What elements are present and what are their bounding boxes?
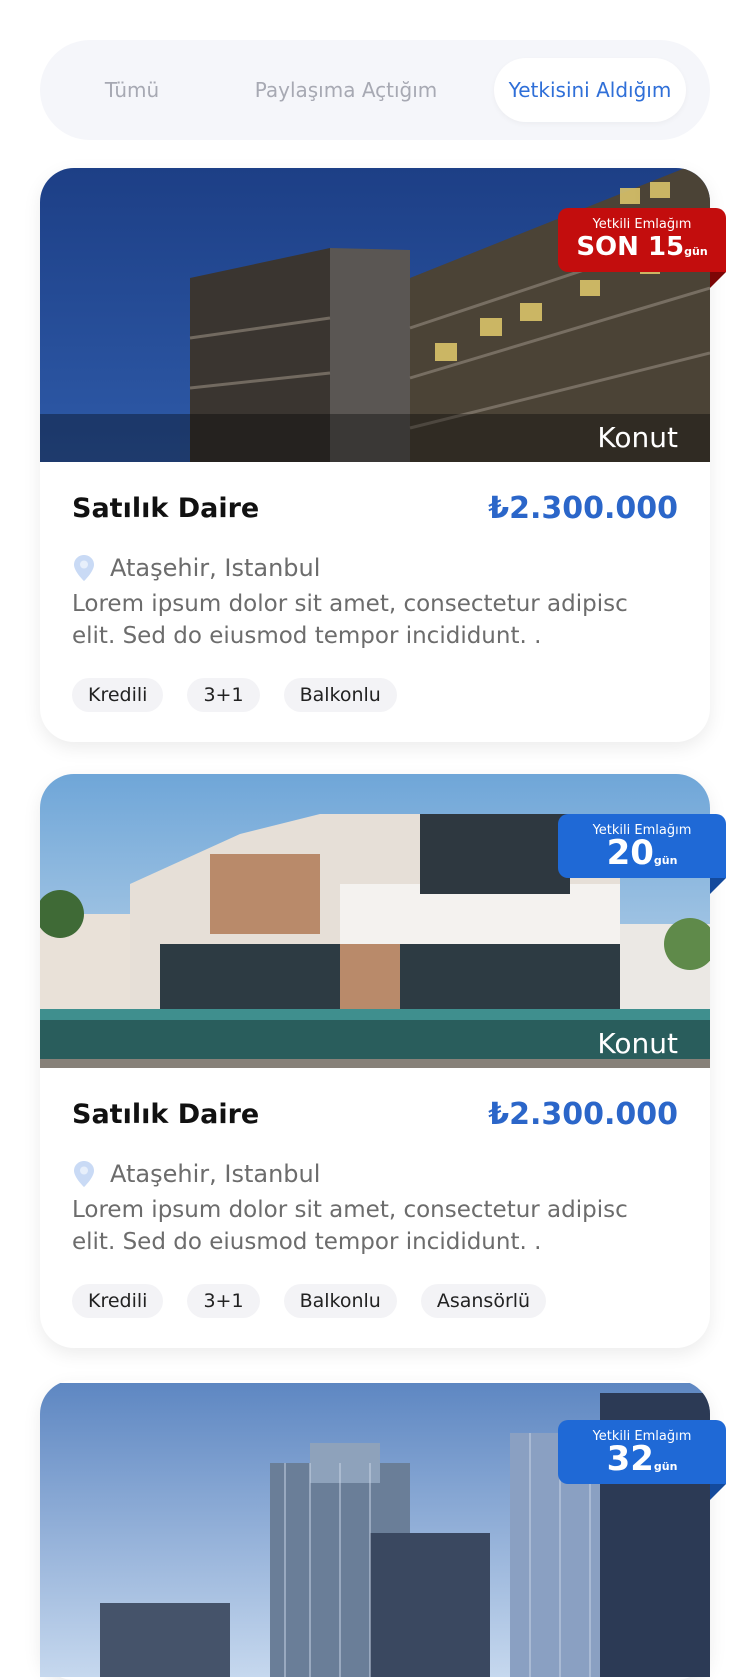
- authorization-badge: Yetkili Emlağım 20gün: [558, 814, 726, 894]
- listing-location: Ataşehir, Istanbul: [110, 1160, 321, 1188]
- authorization-badge: Yetkili Emlağım SON 15gün: [558, 208, 726, 288]
- location-pin-icon: [74, 1161, 94, 1187]
- badge-value: 32: [606, 1439, 654, 1479]
- ribbon-fold: [710, 1484, 726, 1500]
- tag-chip: Balkonlu: [283, 678, 397, 712]
- tab-shared[interactable]: Paylaşıma Açtığım: [212, 58, 480, 122]
- ribbon-fold: [710, 272, 726, 288]
- badge-value: SON 15: [576, 232, 685, 262]
- ribbon-fold: [710, 878, 726, 894]
- badge-unit: gün: [653, 1460, 678, 1473]
- listing-tags: Kredili 3+1 Balkonlu: [72, 678, 678, 712]
- property-type-label: Konut: [597, 1027, 678, 1060]
- listing-description: Lorem ipsum dolor sit amet, consectetur …: [72, 1197, 628, 1255]
- listing-price: ₺2.300.000: [488, 490, 678, 526]
- filter-tabs: Tümü Paylaşıma Açtığım Yetkisini Aldığım: [40, 40, 710, 140]
- tag-chip: 3+1: [187, 1284, 260, 1318]
- listing-card[interactable]: Konut Yetkili Emlağım 20gün Satılık Dair…: [40, 774, 726, 1348]
- tag-chip: Asansörlü: [420, 1284, 547, 1318]
- location-pin-icon: [74, 555, 94, 581]
- listing-card[interactable]: Yetkili Emlağım 32gün: [40, 1380, 726, 1680]
- listing-card[interactable]: Konut Yetkili Emlağım SON 15gün Satılık …: [40, 168, 726, 742]
- badge-value: 20: [606, 833, 654, 873]
- badge-unit: gün: [684, 245, 708, 258]
- listing-description: Lorem ipsum dolor sit amet, consectetur …: [72, 591, 628, 649]
- tab-authorized[interactable]: Yetkisini Aldığım: [494, 58, 686, 122]
- badge-label: Yetkili Emlağım: [592, 217, 692, 232]
- property-type-label: Konut: [597, 421, 678, 454]
- listing-price: ₺2.300.000: [488, 1096, 678, 1132]
- badge-days: 20gün: [558, 836, 726, 876]
- listing-tags: Kredili 3+1 Balkonlu Asansörlü: [72, 1284, 678, 1318]
- badge-days: 32gün: [558, 1442, 726, 1482]
- listing-title: Satılık Daire: [72, 492, 260, 524]
- badge-days: SON 15gün: [558, 232, 726, 267]
- listing-location: Ataşehir, Istanbul: [110, 554, 321, 582]
- tag-chip: Kredili: [72, 678, 164, 712]
- badge-unit: gün: [653, 854, 678, 867]
- listing-body: Satılık Daire ₺2.300.000 Ataşehir, Istan…: [40, 462, 710, 742]
- listing-body: Satılık Daire ₺2.300.000 Ataşehir, Istan…: [40, 1068, 710, 1348]
- authorization-badge: Yetkili Emlağım 32gün: [558, 1420, 726, 1500]
- tag-chip: Kredili: [72, 1284, 164, 1318]
- tag-chip: 3+1: [187, 678, 260, 712]
- listing-title: Satılık Daire: [72, 1098, 260, 1130]
- tab-all[interactable]: Tümü: [52, 58, 212, 122]
- tag-chip: Balkonlu: [283, 1284, 397, 1318]
